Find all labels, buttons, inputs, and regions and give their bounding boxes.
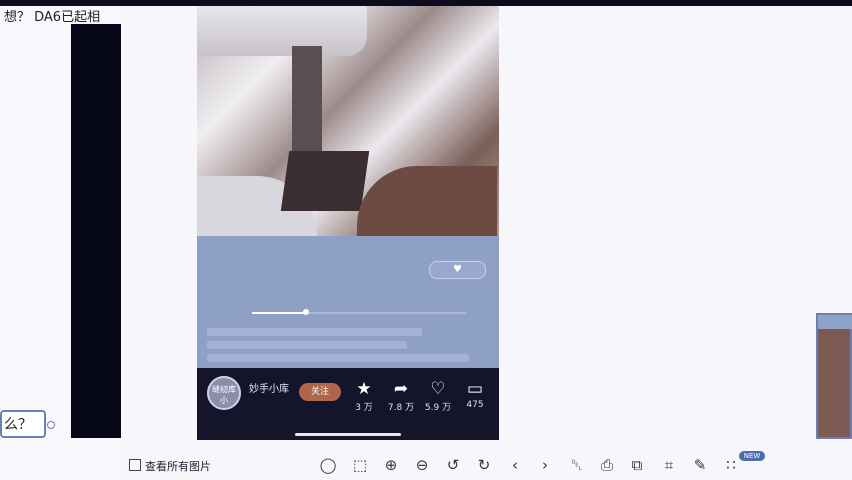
text-line — [207, 328, 422, 336]
needle-bar — [292, 46, 322, 156]
comment-icon: ▭ — [466, 379, 484, 399]
zoom-in-icon[interactable]: ⊕ — [381, 455, 401, 475]
view-all-label: 查看所有图片 — [145, 460, 211, 473]
favorite-button[interactable]: ★ 3 万 — [347, 378, 381, 413]
like-button[interactable]: ♡ 5.9 万 — [421, 378, 455, 413]
crop-icon[interactable]: ⌗ — [659, 455, 679, 475]
rotate-right-icon[interactable]: ↻ — [474, 455, 494, 475]
progress-fill — [252, 312, 306, 314]
machine-arm — [197, 6, 367, 56]
grid-icon — [129, 459, 141, 471]
thumbnail-header — [818, 315, 852, 329]
heart-icon: ♥ — [453, 264, 462, 275]
print-icon[interactable]: ⎙ — [597, 455, 617, 475]
document-title-fragment: 想？ DA6已起相 — [4, 10, 101, 24]
sewing-machine-photo — [197, 6, 499, 236]
share-icon: ➦ — [393, 379, 409, 399]
comment-button[interactable]: ▭ 475 — [458, 378, 492, 410]
fabric-right — [357, 166, 497, 236]
post-caption — [282, 248, 412, 266]
video-progress[interactable] — [252, 309, 467, 315]
text-line — [207, 354, 469, 362]
phone-screenshot: ♥ 缝纫库小 妙手小库 关注 ★ 3 万 ➦ 7.8 万 ♡ 5.9 万 ▭ 4… — [197, 6, 499, 440]
previous-icon[interactable]: ‹ — [505, 455, 525, 475]
dark-video-column — [71, 24, 121, 438]
action-bar: 缝纫库小 妙手小库 关注 ★ 3 万 ➦ 7.8 万 ♡ 5.9 万 ▭ 475 — [197, 368, 499, 440]
new-badge: NEW — [739, 451, 765, 461]
share-button[interactable]: ➦ 7.8 万 — [384, 378, 418, 413]
mouse-mode-icon[interactable]: ◯ — [318, 455, 338, 475]
text-line — [207, 341, 407, 349]
thumbnail-preview[interactable] — [816, 313, 852, 439]
edit-icon[interactable]: ✎ — [690, 455, 710, 475]
author-name[interactable]: 妙手小库 — [249, 380, 289, 395]
delete-icon[interactable]: ␡ — [567, 455, 587, 475]
like-pill[interactable]: ♥ — [429, 261, 486, 279]
post-info-overlay: ♥ — [197, 236, 499, 368]
fit-screen-icon[interactable]: ⬚ — [350, 455, 370, 475]
avatar[interactable]: 缝纫库小 — [207, 376, 241, 410]
home-indicator — [295, 433, 401, 436]
share-count: 7.8 万 — [387, 403, 415, 413]
post-text-lines — [207, 328, 487, 367]
star-icon: ★ — [356, 379, 372, 399]
presser-foot — [280, 151, 370, 211]
more-tools-icon[interactable]: ∷ — [721, 455, 741, 475]
comment-bubble[interactable]: 么？ — [0, 410, 46, 438]
viewer-toolbar: 查看所有图片 ◯ ⬚ ⊕ ⊖ ↺ ↻ ‹ › ␡ ⎙ ⧉ ⌗ ✎ ∷ NEW — [121, 451, 852, 480]
follow-button[interactable]: 关注 — [299, 383, 341, 401]
bubble-resize-handle[interactable] — [47, 421, 55, 429]
next-icon[interactable]: › — [535, 455, 555, 475]
copy-icon[interactable]: ⧉ — [627, 455, 647, 475]
zoom-out-icon[interactable]: ⊖ — [412, 455, 432, 475]
progress-knob[interactable] — [302, 309, 309, 315]
comment-count: 475 — [466, 400, 484, 410]
favorite-count: 3 万 — [355, 403, 373, 413]
heart-icon: ♡ — [430, 379, 446, 399]
like-count: 5.9 万 — [424, 403, 452, 413]
rotate-left-icon[interactable]: ↺ — [443, 455, 463, 475]
view-all-images-button[interactable]: 查看所有图片 — [129, 458, 211, 474]
